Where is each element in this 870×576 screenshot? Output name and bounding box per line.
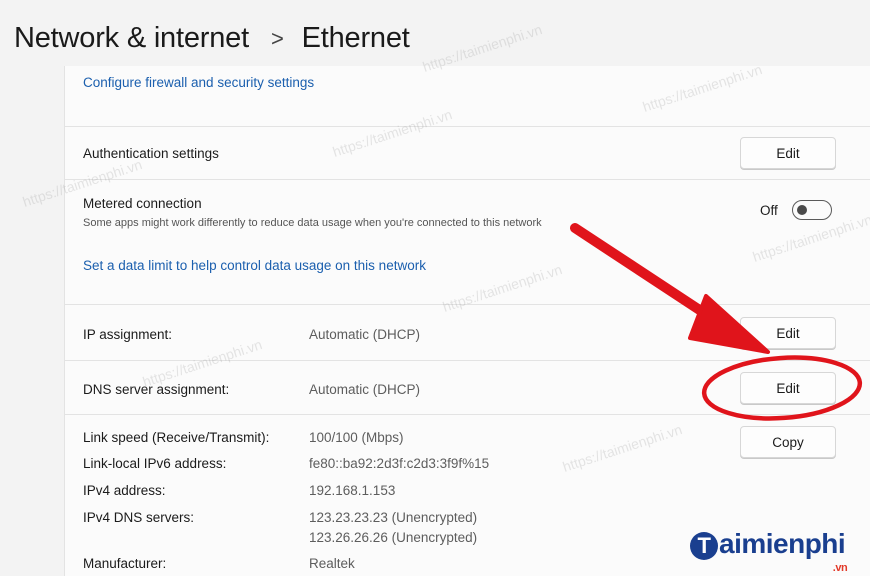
manufacturer-label: Manufacturer: <box>83 556 167 571</box>
taimienphi-logo: T aimienphi .vn <box>690 528 848 574</box>
ipv4-dns-value-1: 123.23.23.23 (Unencrypted) <box>309 510 478 525</box>
chevron-right-icon: > <box>270 25 284 51</box>
logo-text: aimienphi <box>719 528 846 559</box>
copy-properties-button[interactable]: Copy <box>740 426 836 458</box>
metered-toggle[interactable] <box>791 200 832 220</box>
data-limit-link[interactable]: Set a data limit to help control data us… <box>83 258 426 273</box>
ipv6-label: Link-local IPv6 address: <box>83 456 227 471</box>
manufacturer-value: Realtek <box>309 556 355 571</box>
ipv4-dns-label: IPv4 DNS servers: <box>83 510 195 525</box>
ip-assignment-value: Automatic (DHCP) <box>309 327 421 342</box>
logo-initial: T <box>690 532 718 560</box>
divider <box>64 126 870 127</box>
divider <box>64 304 870 305</box>
authentication-settings-label: Authentication settings <box>83 146 219 161</box>
divider <box>64 414 870 415</box>
divider <box>64 179 870 180</box>
link-speed-label: Link speed (Receive/Transmit): <box>83 430 270 445</box>
ipv6-value: fe80::ba92:2d3f:c2d3:3f9f%15 <box>309 456 490 471</box>
dns-assignment-label: DNS server assignment: <box>83 382 230 397</box>
ip-assignment-edit-button[interactable]: Edit <box>740 317 836 349</box>
metered-toggle-group[interactable]: Off <box>760 200 832 220</box>
ipv4-dns-value-2: 123.26.26.26 (Unencrypted) <box>309 530 478 545</box>
dns-assignment-edit-button[interactable]: Edit <box>740 372 836 404</box>
link-speed-value: 100/100 (Mbps) <box>309 430 404 445</box>
breadcrumb-parent[interactable]: Network & internet <box>14 22 249 55</box>
page-title: Ethernet <box>301 22 410 54</box>
firewall-settings-link[interactable]: Configure firewall and security settings <box>83 75 314 90</box>
metered-connection-description: Some apps might work differently to redu… <box>83 217 542 229</box>
authentication-edit-button[interactable]: Edit <box>740 137 836 169</box>
dns-assignment-value: Automatic (DHCP) <box>309 382 421 397</box>
ipv4-label: IPv4 address: <box>83 483 166 498</box>
metered-toggle-state: Off <box>760 202 778 218</box>
ipv4-value: 192.168.1.153 <box>309 483 396 498</box>
ip-assignment-label: IP assignment: <box>83 327 173 342</box>
logo-suffix: .vn <box>832 562 848 574</box>
breadcrumb: Network & internet > Ethernet <box>14 22 410 55</box>
metered-connection-label: Metered connection <box>83 196 202 211</box>
divider <box>64 360 870 361</box>
toggle-knob <box>796 205 807 215</box>
